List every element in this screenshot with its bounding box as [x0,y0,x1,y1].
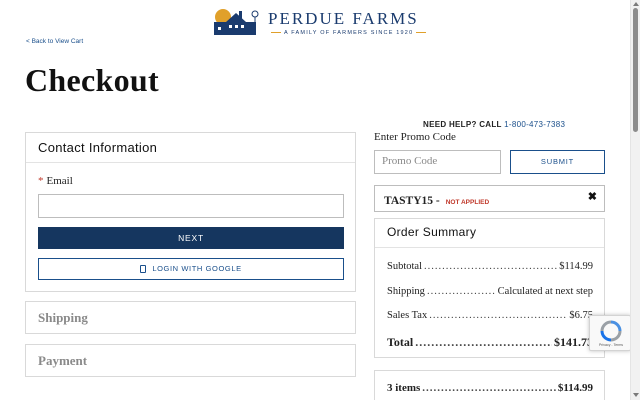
recaptcha-icon [600,320,622,342]
payment-section[interactable]: Payment [25,344,356,377]
google-icon [140,265,147,274]
recaptcha-badge[interactable]: Privacy - Terms [589,315,631,351]
close-icon[interactable]: ✖ [588,190,597,203]
leader-dots [424,261,557,272]
login-with-google-button[interactable]: LOGIN WITH GOOGLE [38,258,344,280]
summary-label: Subtotal [387,261,423,272]
promo-code-label: Enter Promo Code [374,131,456,143]
summary-row-shipping: Shipping Calculated at next step [387,286,593,297]
page-scrollbar[interactable] [630,0,640,400]
summary-label: Total [387,335,414,349]
order-summary-heading: Order Summary [387,225,477,239]
brand-tagline: A FAMILY OF FARMERS SINCE 1920 [268,30,429,36]
summary-label: Sales Tax [387,310,428,321]
items-count: 3 items [387,382,421,394]
contact-information-section: Contact Information * Email NEXT LOGIN WI… [25,132,356,292]
items-value: $114.99 [557,382,593,394]
help-phone-link[interactable]: 1-800-473-7383 [504,120,565,129]
summary-row-subtotal: Subtotal $114.99 [387,261,593,272]
submit-promo-button[interactable]: SUBMIT [510,150,605,174]
scrollbar-thumb[interactable] [633,8,638,132]
leader-dots [427,286,496,297]
help-label: NEED HELP? CALL [423,120,502,129]
items-row: 3 items $114.99 [387,382,593,394]
help-line: NEED HELP? CALL 1-800-473-7383 [423,120,565,129]
required-mark: * [38,175,44,187]
leader-dots [422,382,556,394]
summary-row-total: Total $141.73 [387,335,593,350]
contact-information-heading: Contact Information [26,133,355,163]
summary-label: Shipping [387,286,425,297]
back-to-cart-link[interactable]: < Back to View Cart [26,38,83,45]
summary-value: Calculated at next step [497,286,593,297]
brand-name: PERDUE FARMS [268,9,419,28]
scroll-down-arrow-icon[interactable] [633,393,639,397]
farmhouse-logo-icon [214,9,259,35]
email-label-text: Email [46,175,73,187]
page-title: Checkout [25,62,159,98]
order-summary: Order Summary Subtotal $114.99 Shipping Ca… [374,218,605,358]
brand-logo[interactable]: PERDUE FARMS A FAMILY OF FARMERS SINCE 1… [212,8,422,38]
applied-promo-code: TASTY15 - NOT APPLIED ✖ [374,185,605,212]
summary-row-sales-tax: Sales Tax$6.75 [387,310,593,321]
summary-value: $114.99 [559,261,593,272]
summary-value: $141.73 [554,335,593,349]
recaptcha-terms-text[interactable]: Privacy - Terms [592,343,630,347]
shipping-section[interactable]: Shipping [25,301,356,334]
divider [375,247,604,248]
email-label: * Email [38,175,73,187]
login-with-google-label: LOGIN WITH GOOGLE [152,264,242,273]
next-button[interactable]: NEXT [38,227,344,249]
scroll-up-arrow-icon[interactable] [633,2,639,6]
applied-promo-code-name: TASTY15 - [384,195,440,207]
cart-items-summary[interactable]: 3 items $114.99 [374,370,605,400]
promo-code-input[interactable]: Promo Code [374,150,501,174]
leader-dots [429,310,567,321]
leader-dots [415,335,552,350]
email-input[interactable] [38,194,344,218]
promo-status-badge: NOT APPLIED [445,199,490,206]
